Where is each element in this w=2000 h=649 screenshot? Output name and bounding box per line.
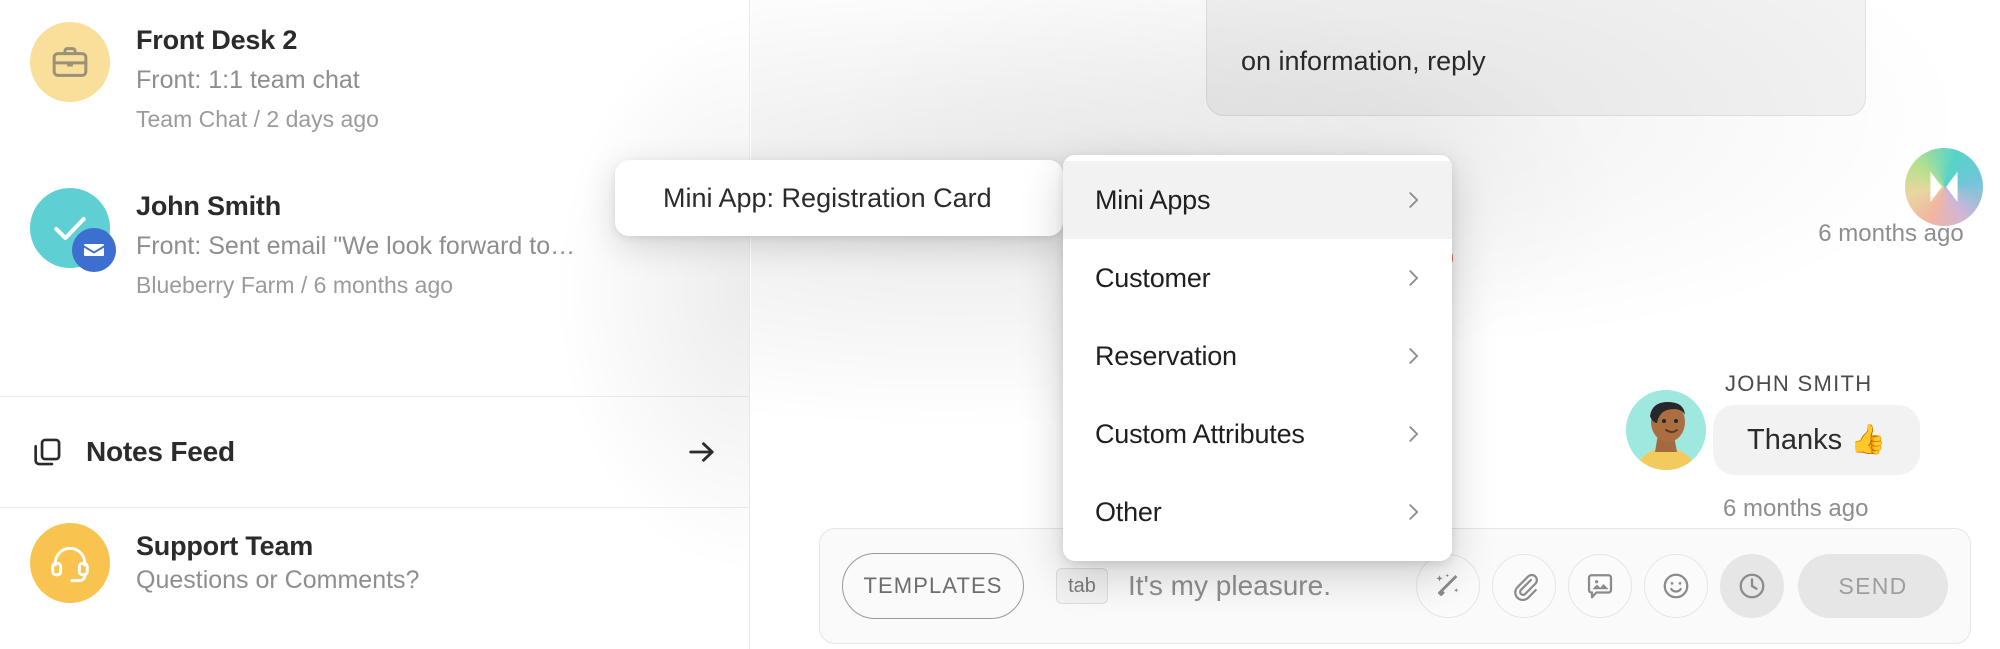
menu-item-customer[interactable]: Customer: [1063, 239, 1452, 317]
menu-item-other[interactable]: Other: [1063, 473, 1452, 551]
menu-item-mini-apps[interactable]: Mini Apps: [1063, 161, 1452, 239]
menu-item-label: Customer: [1095, 262, 1211, 293]
avatar: [30, 22, 110, 102]
menu-item-custom-attributes[interactable]: Custom Attributes: [1063, 395, 1452, 473]
briefcase-icon: [30, 22, 110, 102]
support-title: Support Team: [136, 531, 314, 561]
send-button[interactable]: SEND: [1798, 554, 1948, 618]
composer-suggestion-text[interactable]: It's my pleasure.: [1128, 570, 1404, 602]
conversation-preview: Front: Sent email "We look forward to…: [136, 231, 576, 260]
menu-item-label: Reservation: [1095, 340, 1237, 371]
image-icon[interactable]: [1568, 554, 1632, 618]
tooltip-label: Mini App: Registration Card: [663, 182, 992, 213]
conversation-title: Front Desk 2: [136, 25, 298, 55]
inbound-timestamp: 6 months ago: [1723, 495, 1869, 522]
support-text: Support Team Questions or Comments?: [136, 531, 419, 595]
inbound-sender-name: JOHN SMITH: [1725, 371, 1873, 396]
chevron-right-icon: [1402, 501, 1424, 523]
tab-key-hint: tab: [1056, 568, 1108, 604]
divider: [0, 507, 750, 508]
chevron-right-icon: [1402, 189, 1424, 211]
conversation-preview: Front: 1:1 team chat: [136, 65, 360, 94]
menu-item-reservation[interactable]: Reservation: [1063, 317, 1452, 395]
templates-button[interactable]: TEMPLATES: [842, 553, 1024, 619]
tooltip: Mini App: Registration Card: [615, 160, 1063, 236]
magic-wand-icon[interactable]: [1416, 554, 1480, 618]
conversation-list-sidebar: Front Desk 2 Front: 1:1 team chat Team C…: [0, 0, 750, 649]
envelope-icon: [72, 228, 116, 272]
list-item[interactable]: Front Desk 2 Front: 1:1 team chat Team C…: [0, 22, 750, 135]
conversation-meta: Blueberry Farm / 6 months ago: [136, 271, 454, 298]
avatar: [30, 188, 116, 272]
app-window: Front Desk 2 Front: 1:1 team chat Team C…: [0, 0, 2000, 649]
list-item-text: John Smith Front: Sent email "We look fo…: [136, 188, 575, 301]
chevron-right-icon: [1402, 423, 1424, 445]
context-menu[interactable]: Mini Apps Customer Reservation Custom At…: [1063, 155, 1452, 561]
chevron-right-icon: [1402, 345, 1424, 367]
sidebar-item-notes-feed[interactable]: Notes Feed: [0, 397, 750, 507]
sidebar-item-label: Notes Feed: [86, 436, 235, 467]
menu-item-label: Other: [1095, 496, 1162, 527]
clock-icon[interactable]: [1720, 554, 1784, 618]
emoji-icon[interactable]: [1644, 554, 1708, 618]
chevron-right-icon: [1402, 267, 1424, 289]
list-item-text: Front Desk 2 Front: 1:1 team chat Team C…: [136, 22, 379, 135]
avatar: [1626, 390, 1706, 470]
outbound-message-bubble: registration card here: https://mi.ni.ap…: [1206, 0, 1866, 116]
outbound-timestamp: 6 months ago: [1818, 220, 1964, 247]
headset-icon: [30, 523, 110, 603]
support-subtitle: Questions or Comments?: [136, 566, 420, 594]
copy-stack-icon: [30, 435, 64, 469]
conversation-meta: Team Chat / 2 days ago: [136, 105, 379, 132]
menu-item-label: Custom Attributes: [1095, 418, 1305, 449]
brand-avatar: [1905, 148, 1983, 226]
paperclip-icon[interactable]: [1492, 554, 1556, 618]
menu-item-label: Mini Apps: [1095, 184, 1211, 215]
inbound-message-bubble: Thanks 👍: [1713, 405, 1921, 475]
outbound-line-2: Feel free to text us at this number! We …: [1241, 0, 1831, 11]
arrow-right-icon[interactable]: [684, 434, 720, 470]
conversation-title: John Smith: [136, 191, 281, 221]
outbound-line-3: on information, reply: [1241, 45, 1486, 76]
sidebar-item-support-team[interactable]: Support Team Questions or Comments?: [0, 523, 750, 603]
